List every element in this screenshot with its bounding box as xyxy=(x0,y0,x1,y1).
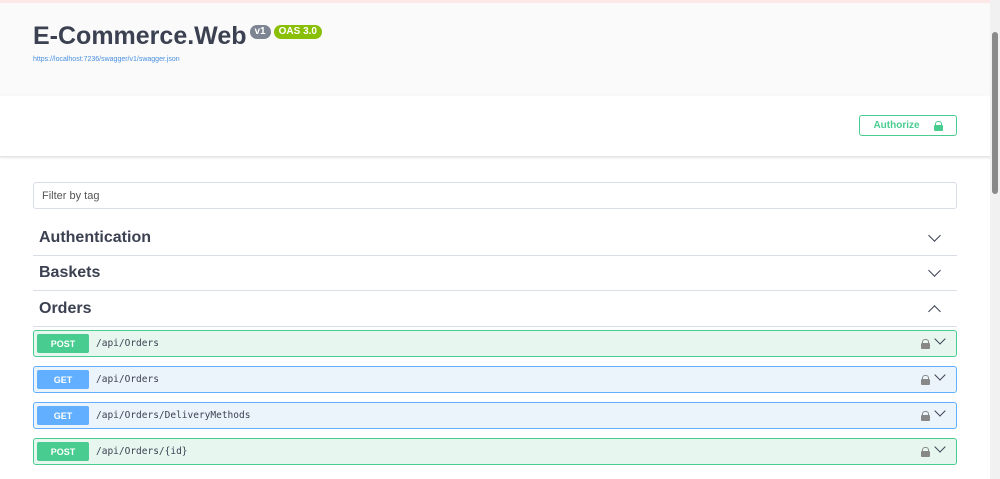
operation-path: /api/Orders/{id} xyxy=(96,446,188,457)
lock-icon[interactable] xyxy=(921,375,930,385)
tag-label: Baskets xyxy=(39,263,101,281)
chevron-down-icon xyxy=(928,228,941,242)
tag-label: Orders xyxy=(39,299,92,317)
scrollbar-thumb[interactable] xyxy=(992,32,998,194)
tag-orders[interactable]: Orders xyxy=(33,291,957,327)
scheme-container: Authorize xyxy=(0,96,1000,157)
chevron-down-icon[interactable] xyxy=(934,333,946,345)
operation-post-order-id[interactable]: POST/api/Orders/{id} xyxy=(33,438,957,465)
unlock-icon xyxy=(933,120,943,131)
chevron-down-icon[interactable] xyxy=(934,369,946,381)
chevron-down-icon[interactable] xyxy=(934,405,946,417)
tag-label: Authentication xyxy=(39,228,151,246)
operation-post-orders[interactable]: POST/api/Orders xyxy=(33,330,957,357)
method-badge: GET xyxy=(37,406,89,425)
method-badge: POST xyxy=(37,334,89,353)
filter-by-tag-input[interactable] xyxy=(33,182,957,209)
lock-icon[interactable] xyxy=(921,411,930,421)
chevron-down-icon xyxy=(928,263,941,277)
tag-baskets[interactable]: Baskets xyxy=(33,255,957,291)
method-badge: POST xyxy=(37,442,89,461)
authorize-label: Authorize xyxy=(873,120,920,131)
operation-get-delivery-methods[interactable]: GET/api/Orders/DeliveryMethods xyxy=(33,402,957,429)
api-title: E-Commerce.Web xyxy=(33,22,247,50)
method-badge: GET xyxy=(37,370,89,389)
scrollbar[interactable] xyxy=(990,0,1000,479)
operation-path: /api/Orders/DeliveryMethods xyxy=(96,410,251,421)
chevron-down-icon[interactable] xyxy=(934,441,946,453)
api-info: E-Commerce.Web v1 OAS 3.0 https://localh… xyxy=(0,3,1000,96)
oas-badge: OAS 3.0 xyxy=(273,25,322,39)
lock-icon[interactable] xyxy=(921,339,930,349)
tag-authentication[interactable]: Authentication xyxy=(33,220,957,256)
authorize-button[interactable]: Authorize xyxy=(859,115,957,136)
swagger-json-link[interactable]: https://localhost:7236/swagger/v1/swagge… xyxy=(33,56,1000,63)
operation-get-orders[interactable]: GET/api/Orders xyxy=(33,366,957,393)
chevron-up-icon xyxy=(928,304,941,318)
version-badge: v1 xyxy=(249,25,271,39)
operation-path: /api/Orders xyxy=(96,374,159,385)
lock-icon[interactable] xyxy=(921,447,930,457)
operation-path: /api/Orders xyxy=(96,338,159,349)
